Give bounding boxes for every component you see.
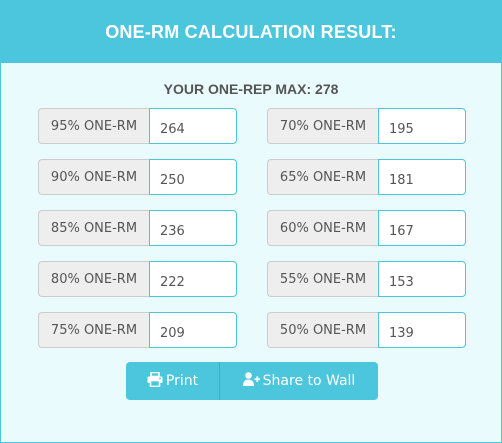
percent-value-field[interactable]: 139 — [378, 312, 466, 348]
percent-value-field[interactable]: 264 — [149, 108, 237, 144]
percent-row: 90% ONE-RM 250 — [38, 159, 237, 195]
percent-label: 80% ONE-RM — [38, 261, 149, 297]
percent-value-field[interactable]: 153 — [378, 261, 466, 297]
printer-icon — [147, 371, 166, 391]
share-to-wall-button[interactable]: Share to Wall — [220, 362, 378, 400]
percent-row: 55% ONE-RM 153 — [267, 261, 466, 297]
percent-label: 75% ONE-RM — [38, 312, 149, 348]
percent-row: 80% ONE-RM 222 — [38, 261, 237, 297]
action-button-group: Print Share to Wall — [126, 362, 378, 400]
percent-row: 95% ONE-RM 264 — [38, 108, 237, 144]
percent-row: 60% ONE-RM 167 — [267, 210, 466, 246]
percent-label: 85% ONE-RM — [38, 210, 149, 246]
percent-row: 65% ONE-RM 181 — [267, 159, 466, 195]
percent-label: 65% ONE-RM — [267, 159, 378, 195]
percent-value-field[interactable]: 167 — [378, 210, 466, 246]
percent-row: 75% ONE-RM 209 — [38, 312, 237, 348]
user-plus-icon — [242, 372, 263, 390]
percent-row: 50% ONE-RM 139 — [267, 312, 466, 348]
print-label: Print — [165, 373, 199, 389]
percent-value-field[interactable]: 195 — [378, 108, 466, 144]
percent-value-field[interactable]: 236 — [149, 210, 237, 246]
percent-label: 90% ONE-RM — [38, 159, 149, 195]
percent-label: 95% ONE-RM — [38, 108, 149, 144]
panel-title: ONE-RM CALCULATION RESULT: — [105, 21, 397, 42]
percent-label: 55% ONE-RM — [267, 261, 378, 297]
print-button[interactable]: Print — [126, 362, 220, 400]
results-panel: ONE-RM CALCULATION RESULT: YOUR ONE-REP … — [0, 0, 502, 443]
one-rep-max-result: YOUR ONE-REP MAX: 278 — [163, 81, 339, 97]
share-label: Share to Wall — [262, 373, 356, 389]
percent-value-field[interactable]: 250 — [149, 159, 237, 195]
percent-value-field[interactable]: 181 — [378, 159, 466, 195]
percent-value-field[interactable]: 209 — [149, 312, 237, 348]
percent-label: 60% ONE-RM — [267, 210, 378, 246]
panel-header: ONE-RM CALCULATION RESULT: — [1, 1, 501, 63]
percent-value-field[interactable]: 222 — [149, 261, 237, 297]
percent-row: 70% ONE-RM 195 — [267, 108, 466, 144]
percent-row: 85% ONE-RM 236 — [38, 210, 237, 246]
percent-label: 50% ONE-RM — [267, 312, 378, 348]
percent-label: 70% ONE-RM — [267, 108, 378, 144]
